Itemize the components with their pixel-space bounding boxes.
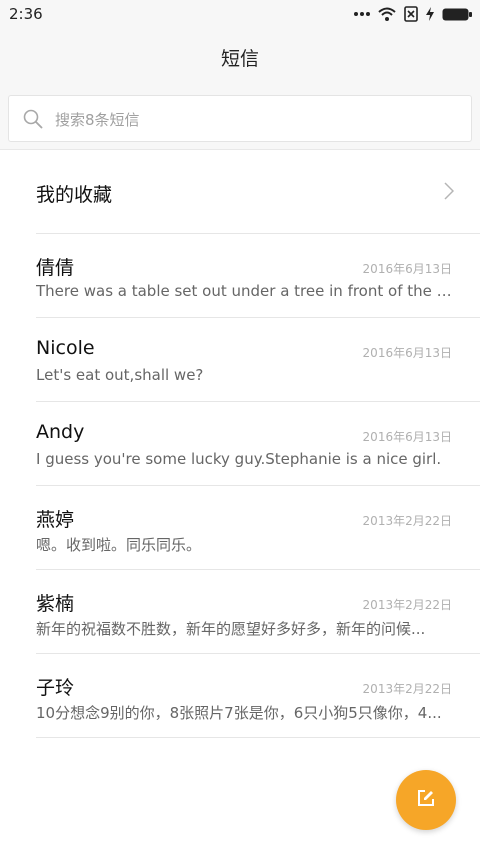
more-dots-icon bbox=[354, 11, 370, 17]
message-row[interactable]: 燕婷 2013年2月22日 嗯。收到啦。同乐同乐。 bbox=[0, 486, 480, 570]
message-preview: There was a table set out under a tree i… bbox=[36, 282, 454, 300]
message-date: 2013年2月22日 bbox=[362, 682, 452, 696]
message-preview: I guess you're some lucky guy.Stephanie … bbox=[36, 450, 442, 468]
message-date: 2016年6月13日 bbox=[362, 430, 452, 444]
wifi-icon bbox=[378, 7, 396, 21]
title-bar: 短信 bbox=[0, 28, 480, 86]
divider bbox=[36, 737, 480, 738]
search-area: 搜索8条短信 bbox=[0, 86, 480, 150]
search-placeholder: 搜索8条短信 bbox=[55, 111, 140, 129]
contact-name: 燕婷 bbox=[36, 509, 75, 531]
status-bar: 2:36 bbox=[0, 0, 480, 28]
battery-icon bbox=[442, 8, 472, 21]
message-date: 2013年2月22日 bbox=[362, 514, 452, 528]
message-preview: 嗯。收到啦。同乐同乐。 bbox=[36, 536, 202, 554]
contact-name: 倩倩 bbox=[36, 257, 75, 279]
message-date: 2016年6月13日 bbox=[362, 262, 452, 276]
message-row[interactable]: 紫楠 2013年2月22日 新年的祝福数不胜数，新年的愿望好多好多，新年的问候.… bbox=[0, 570, 480, 654]
compose-icon bbox=[417, 789, 435, 811]
contact-name: 紫楠 bbox=[36, 593, 75, 615]
message-row[interactable]: Nicole 2016年6月13日 Let's eat out,shall we… bbox=[0, 318, 480, 402]
message-row[interactable]: 子玲 2013年2月22日 10分想念9别的你，8张照片7张是你，6只小狗5只像… bbox=[0, 654, 480, 738]
search-icon bbox=[23, 109, 43, 133]
message-preview: Let's eat out,shall we? bbox=[36, 366, 204, 384]
search-input[interactable]: 搜索8条短信 bbox=[8, 95, 472, 142]
message-preview: 10分想念9别的你，8张照片7张是你，6只小狗5只像你，4... bbox=[36, 704, 442, 722]
message-row[interactable]: 倩倩 2016年6月13日 There was a table set out … bbox=[0, 234, 480, 318]
favorites-item[interactable]: 我的收藏 bbox=[0, 150, 480, 234]
contact-name: Andy bbox=[36, 421, 85, 443]
page-title: 短信 bbox=[220, 48, 259, 70]
message-date: 2013年2月22日 bbox=[362, 598, 452, 612]
contact-name: 子玲 bbox=[36, 677, 75, 699]
charging-bolt-icon bbox=[426, 7, 434, 21]
message-row[interactable]: Andy 2016年6月13日 I guess you're some luck… bbox=[0, 402, 480, 486]
status-time: 2:36 bbox=[9, 5, 43, 23]
no-sim-icon bbox=[404, 6, 418, 22]
message-preview: 新年的祝福数不胜数，新年的愿望好多好多，新年的问候... bbox=[36, 620, 426, 638]
status-icons bbox=[354, 6, 472, 22]
contact-name: Nicole bbox=[36, 337, 95, 359]
message-list: 倩倩 2016年6月13日 There was a table set out … bbox=[0, 234, 480, 738]
chevron-right-icon bbox=[444, 182, 455, 204]
message-date: 2016年6月13日 bbox=[362, 346, 452, 360]
favorites-label: 我的收藏 bbox=[36, 184, 113, 206]
compose-button[interactable] bbox=[396, 770, 456, 830]
